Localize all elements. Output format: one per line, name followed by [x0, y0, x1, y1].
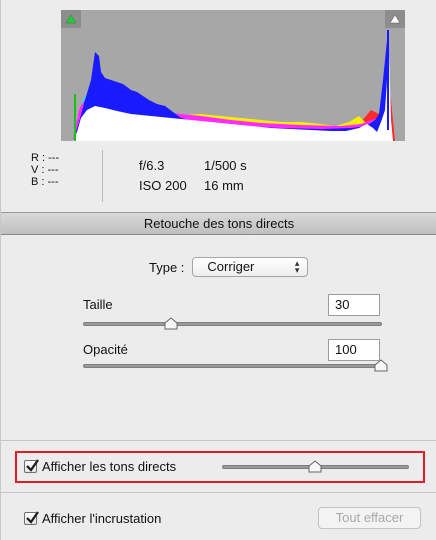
size-label: Taille — [83, 297, 113, 312]
histogram — [61, 10, 405, 141]
focal-length: 16 mm — [204, 178, 244, 193]
checkmark-icon — [26, 511, 39, 524]
info-divider — [102, 150, 103, 202]
show-spots-label: Afficher les tons directs — [42, 459, 177, 474]
triangle-up-green-icon — [65, 14, 77, 24]
rgb-v-row: V : --- — [31, 164, 91, 176]
opacity-label: Opacité — [83, 342, 128, 357]
clear-all-button[interactable]: Tout effacer — [318, 507, 421, 529]
slider-thumb-icon — [308, 460, 322, 473]
show-overlay-label: Afficher l'incrustation — [42, 511, 162, 526]
b-value: --- — [47, 176, 59, 188]
shadow-clipping-warning-button[interactable] — [61, 10, 81, 28]
rgb-readout: R : --- V : --- B : --- — [31, 152, 91, 188]
show-overlay-row: Afficher l'incrustation — [24, 511, 161, 526]
histogram-shadow-edge — [74, 94, 76, 141]
v-value: --- — [47, 164, 59, 176]
opacity-slider-track[interactable] — [83, 364, 382, 368]
size-slider-thumb[interactable] — [164, 317, 178, 330]
visualize-spots-slider-thumb[interactable] — [308, 460, 322, 473]
opacity-input[interactable]: 100 — [328, 339, 380, 361]
slider-thumb-icon — [164, 317, 178, 330]
iso: ISO 200 — [139, 178, 187, 193]
show-spots-checkbox[interactable] — [24, 459, 39, 473]
size-input[interactable]: 30 — [328, 294, 380, 316]
type-select-value: Corriger — [207, 259, 255, 274]
divider — [1, 492, 436, 493]
histogram-plot — [73, 30, 395, 141]
type-label: Type : — [149, 259, 185, 275]
rgb-r-row: R : --- — [31, 152, 91, 164]
section-title: Retouche des tons directs — [1, 212, 436, 235]
triangle-up-white-icon — [389, 14, 401, 24]
histogram-graph — [61, 10, 405, 141]
exif-info: f/6.3 1/500 s ISO 200 16 mm — [139, 156, 247, 196]
b-label: B : — [31, 176, 45, 188]
show-spots-row: Afficher les tons directs — [24, 459, 176, 474]
histogram-highlight-edge — [387, 30, 389, 130]
exif-row-1: f/6.3 1/500 s — [139, 156, 247, 176]
opacity-slider-thumb[interactable] — [374, 359, 388, 372]
divider — [1, 440, 436, 441]
panel: R : --- V : --- B : --- f/6.3 1/500 s ISO… — [0, 0, 436, 540]
up-down-arrows-icon: ▴ ▾ — [294, 258, 300, 275]
r-label: R : — [31, 152, 46, 164]
rgb-b-row: B : --- — [31, 176, 91, 188]
type-select[interactable]: Corriger ▴ ▾ — [192, 257, 309, 277]
show-overlay-checkbox[interactable] — [24, 511, 39, 525]
exif-row-2: ISO 200 16 mm — [139, 176, 247, 196]
v-label: V : — [31, 164, 45, 176]
slider-thumb-icon — [374, 359, 388, 372]
r-value: --- — [48, 152, 60, 164]
aperture: f/6.3 — [139, 158, 165, 173]
highlight-clipping-warning-button[interactable] — [385, 10, 405, 28]
checkmark-icon — [26, 459, 39, 472]
type-row: Type : Corriger ▴ ▾ — [149, 257, 309, 277]
shutter-speed: 1/500 s — [204, 158, 247, 173]
size-slider-track[interactable] — [83, 322, 382, 326]
